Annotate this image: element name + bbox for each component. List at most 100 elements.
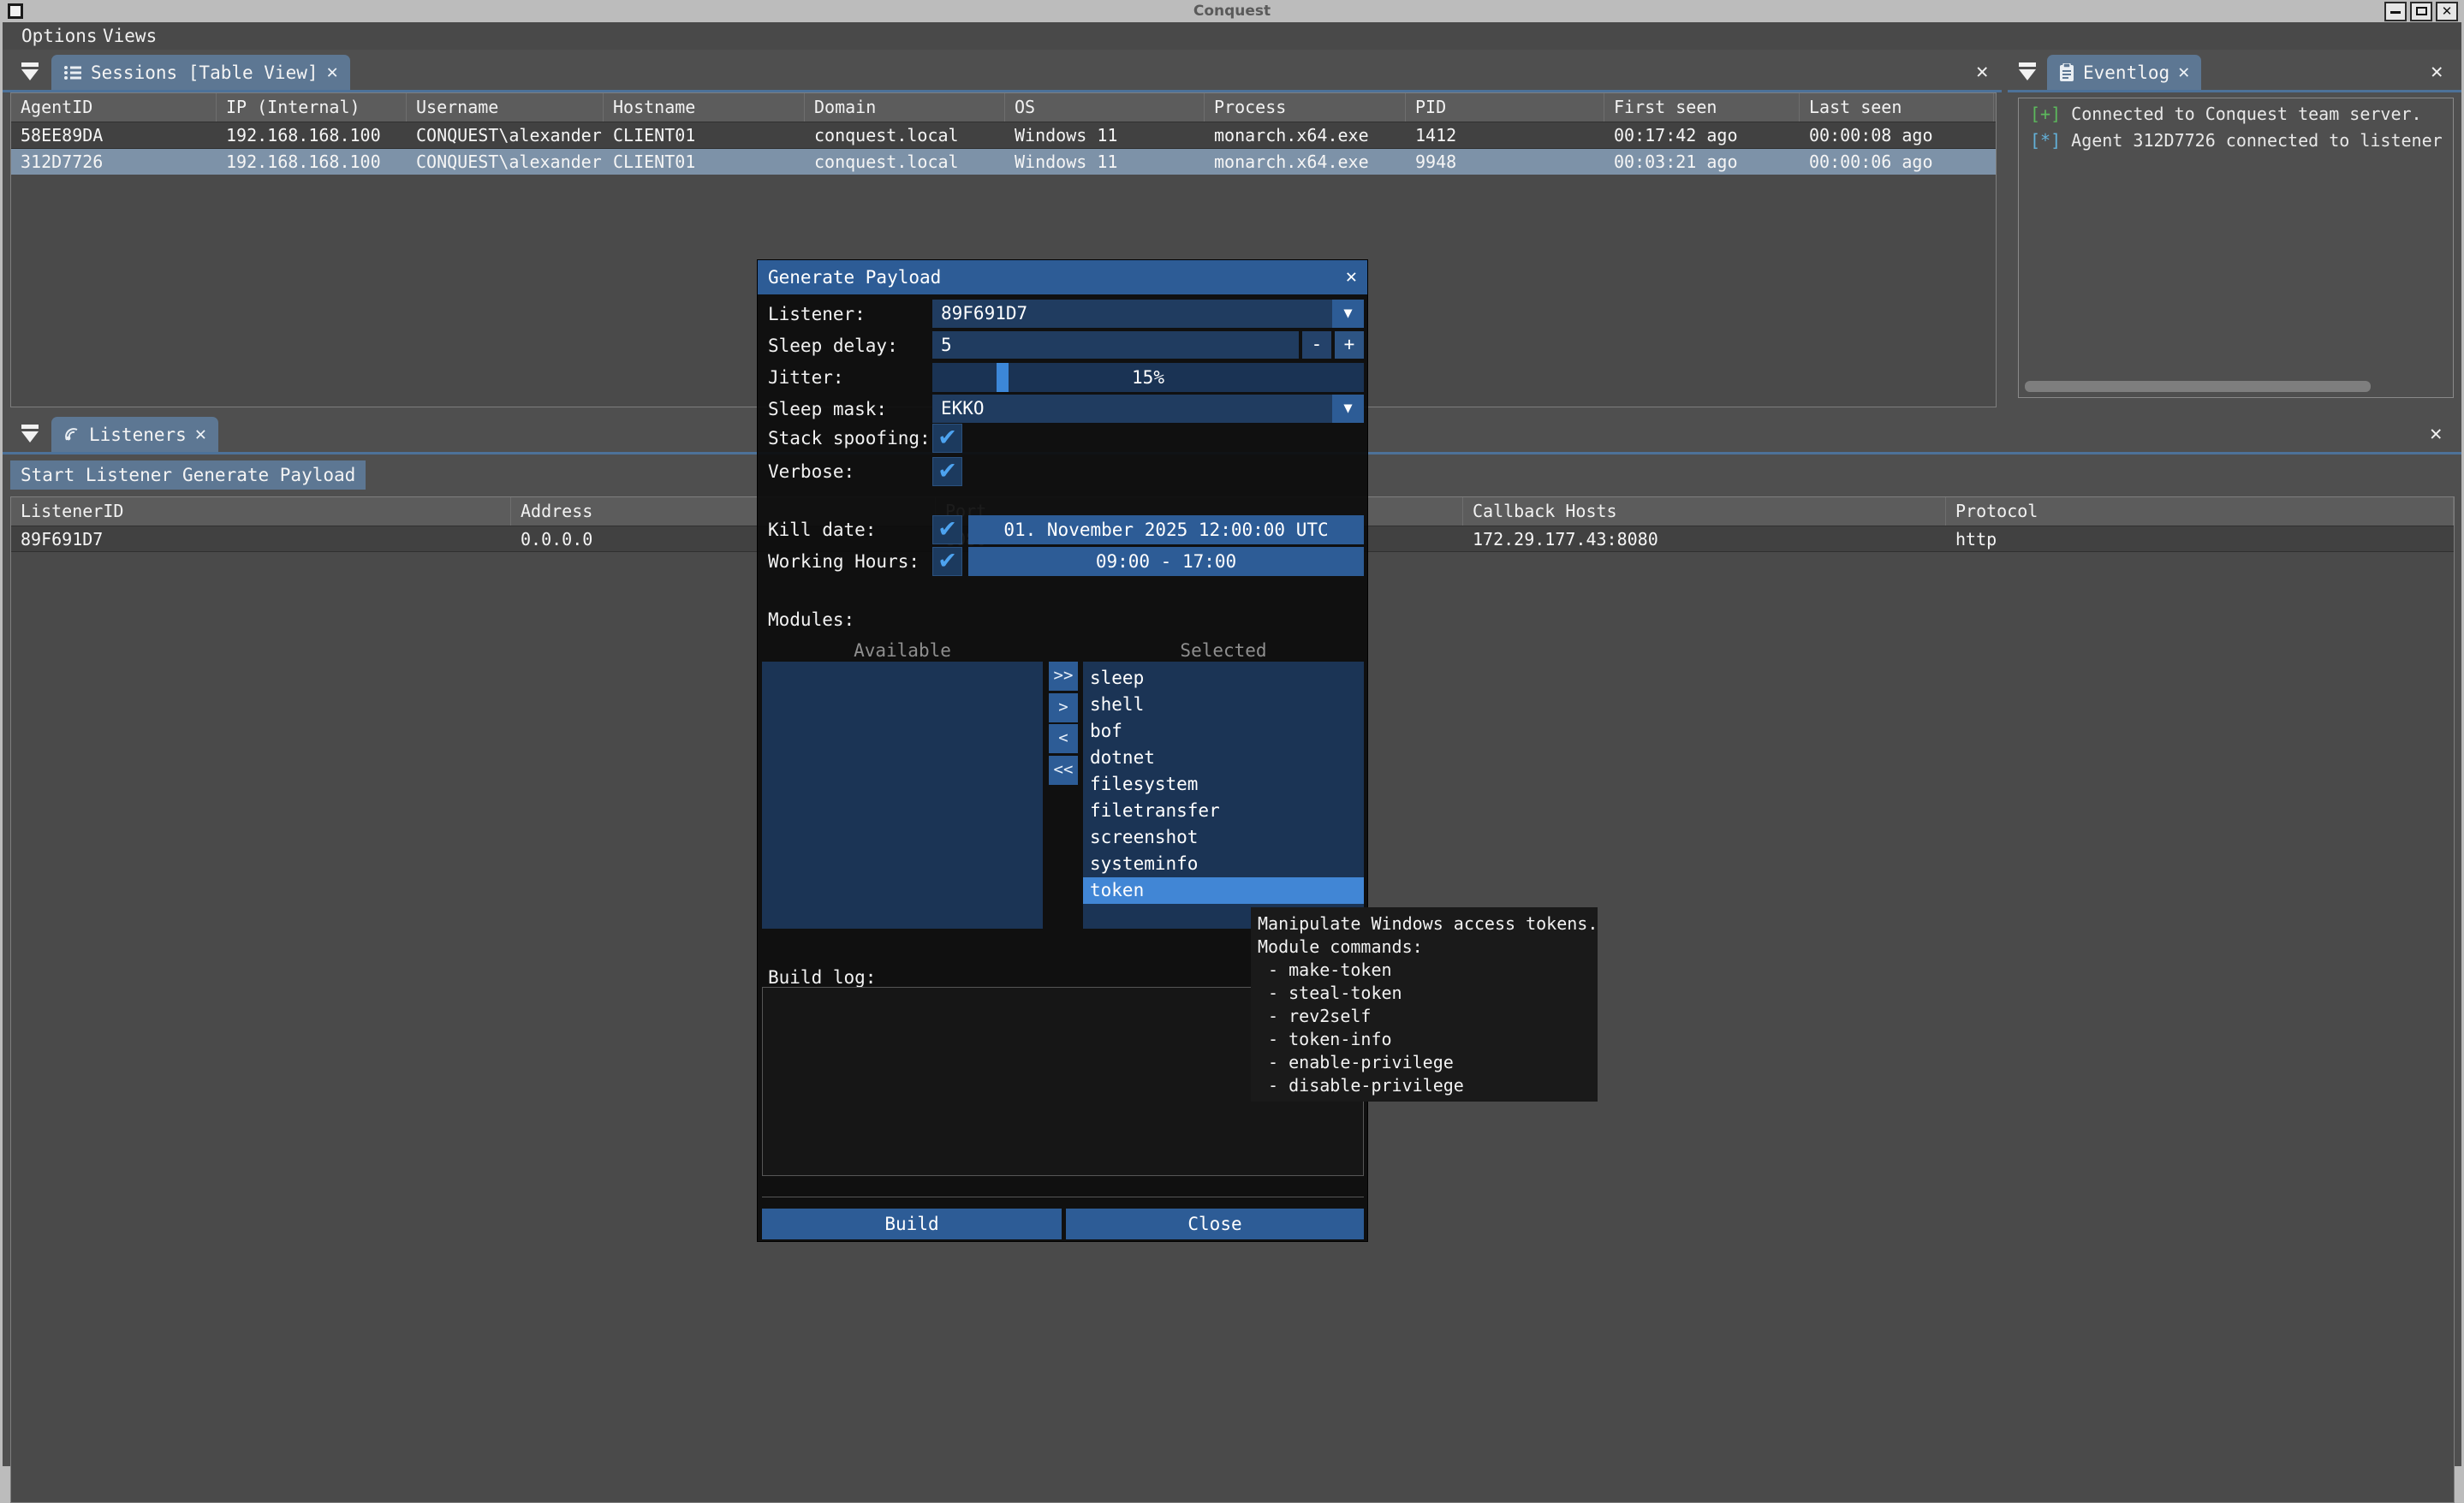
tab-sessions-close-icon[interactable]: ✕ xyxy=(327,62,338,83)
jitter-slider[interactable]: 15% xyxy=(932,363,1364,392)
jitter-value: 15% xyxy=(932,363,1364,392)
module-item-bof[interactable]: bof xyxy=(1083,718,1364,745)
window-title: Conquest xyxy=(0,3,2464,20)
kill-date-checkbox[interactable]: ✔ xyxy=(932,515,962,544)
sleep-delay-decrement-button[interactable]: - xyxy=(1302,331,1331,359)
check-icon: ✔ xyxy=(937,548,957,574)
log-line-2: [*] Agent 312D7726 connected to listener xyxy=(2030,130,2443,151)
stack-spoofing-label: Stack spoofing: xyxy=(768,428,931,449)
working-hours-checkbox[interactable]: ✔ xyxy=(932,547,962,576)
sleep-mask-select[interactable]: EKKO xyxy=(932,395,1332,423)
move-one-left-button[interactable]: < xyxy=(1049,724,1078,753)
build-log-label: Build log: xyxy=(768,967,876,988)
close-button[interactable]: ✕ xyxy=(2436,2,2458,21)
move-all-right-button[interactable]: >> xyxy=(1049,662,1078,691)
eventlog-panel: Eventlog ✕ ✕ [+] Connected to Conquest t… xyxy=(2008,50,2461,409)
move-one-right-button[interactable]: > xyxy=(1049,693,1078,722)
start-listener-button[interactable]: Start Listener xyxy=(10,460,182,490)
menu-views[interactable]: Views xyxy=(103,26,157,46)
tab-eventlog-label: Eventlog xyxy=(2083,62,2169,83)
col-callback-hosts[interactable]: Callback Hosts xyxy=(1463,497,1946,526)
col-agentid[interactable]: AgentID xyxy=(11,93,217,122)
verbose-checkbox[interactable]: ✔ xyxy=(932,457,962,486)
modules-label: Modules: xyxy=(768,609,854,630)
signal-icon xyxy=(63,426,80,443)
dialog-title: Generate Payload xyxy=(768,267,941,288)
col-protocol[interactable]: Protocol xyxy=(1946,497,2454,526)
col-os[interactable]: OS xyxy=(1005,93,1205,122)
eventlog-hscrollbar[interactable] xyxy=(2025,381,2371,392)
col-first-seen[interactable]: First seen xyxy=(1604,93,1800,122)
menu-options[interactable]: Options xyxy=(21,26,98,46)
check-icon: ✔ xyxy=(937,425,957,451)
generate-payload-button[interactable]: Generate Payload xyxy=(172,460,366,490)
col-pid[interactable]: PID xyxy=(1406,93,1604,122)
sleep-mask-label: Sleep mask: xyxy=(768,399,887,419)
tab-eventlog-close-icon[interactable]: ✕ xyxy=(2178,62,2189,83)
selected-header: Selected xyxy=(1083,640,1364,661)
module-item-systeminfo[interactable]: systeminfo xyxy=(1083,851,1364,877)
window-titlebar[interactable]: Conquest ✕ xyxy=(0,0,2464,22)
selected-modules-list[interactable]: sleep shell bof dotnet filesystem filetr… xyxy=(1083,662,1364,929)
tab-listeners-close-icon[interactable]: ✕ xyxy=(195,424,206,445)
working-hours-label: Working Hours: xyxy=(768,551,920,572)
sleep-delay-increment-button[interactable]: + xyxy=(1335,331,1364,359)
module-tooltip: Manipulate Windows access tokens. Module… xyxy=(1251,907,1598,1102)
col-process[interactable]: Process xyxy=(1205,93,1406,122)
eventlog-content[interactable]: [+] Connected to Conquest team server. [… xyxy=(2018,98,2454,398)
col-listenerid[interactable]: ListenerID xyxy=(11,497,511,526)
tab-listeners-label: Listeners xyxy=(89,425,187,445)
working-hours-field[interactable]: 09:00 - 17:00 xyxy=(968,547,1364,576)
tab-eventlog[interactable]: Eventlog ✕ xyxy=(2047,55,2201,90)
check-icon: ✔ xyxy=(937,458,957,484)
sessions-panel-close-icon[interactable]: ✕ xyxy=(1976,59,1988,83)
minimize-button[interactable] xyxy=(2384,2,2407,21)
module-item-filetransfer[interactable]: filetransfer xyxy=(1083,798,1364,824)
tab-listeners[interactable]: Listeners ✕ xyxy=(51,417,218,452)
session-row-1[interactable]: 58EE89DA 192.168.168.100 CONQUEST\alexan… xyxy=(11,122,1996,148)
eventlog-panel-close-icon[interactable]: ✕ xyxy=(2431,59,2443,83)
session-row-2-selected[interactable]: 312D7726 192.168.168.100 CONQUEST\alexan… xyxy=(11,148,1996,175)
sessions-table-header[interactable]: AgentID IP (Internal) Username Hostname … xyxy=(11,93,1996,122)
module-item-token-selected[interactable]: token xyxy=(1083,877,1364,904)
maximize-button[interactable] xyxy=(2410,2,2432,21)
verbose-label: Verbose: xyxy=(768,461,854,482)
listener-dropdown-icon[interactable]: ▼ xyxy=(1332,300,1364,328)
module-item-filesystem[interactable]: filesystem xyxy=(1083,771,1364,798)
maximize-icon xyxy=(2416,7,2427,15)
listeners-panel-close-icon[interactable]: ✕ xyxy=(2430,421,2442,445)
module-item-sleep[interactable]: sleep xyxy=(1083,665,1364,692)
sessions-collapse-button[interactable] xyxy=(19,62,41,81)
col-ip-internal[interactable]: IP (Internal) xyxy=(217,93,407,122)
listeners-collapse-button[interactable] xyxy=(19,425,41,443)
build-button[interactable]: Build xyxy=(762,1209,1062,1239)
app-window: Conquest ✕ Options Views Sessions [Table… xyxy=(0,0,2464,1473)
dialog-titlebar[interactable]: Generate Payload ✕ xyxy=(758,260,1367,294)
col-last-seen[interactable]: Last seen xyxy=(1800,93,1994,122)
col-domain[interactable]: Domain xyxy=(805,93,1005,122)
tab-sessions-label: Sessions [Table View] xyxy=(91,62,318,83)
listener-select[interactable]: 89F691D7 xyxy=(932,300,1332,328)
tab-sessions[interactable]: Sessions [Table View] ✕ xyxy=(51,55,350,90)
module-item-dotnet[interactable]: dotnet xyxy=(1083,745,1364,771)
available-modules-list[interactable] xyxy=(762,662,1043,929)
sleep-mask-dropdown-icon[interactable]: ▼ xyxy=(1332,395,1364,423)
col-username[interactable]: Username xyxy=(407,93,604,122)
kill-date-label: Kill date: xyxy=(768,520,876,540)
sleep-delay-input[interactable]: 5 xyxy=(932,331,1299,359)
dialog-close-button[interactable]: Close xyxy=(1066,1209,1364,1239)
dialog-close-icon[interactable]: ✕ xyxy=(1346,260,1357,294)
kill-date-field[interactable]: 01. November 2025 12:00:00 UTC xyxy=(968,515,1364,544)
col-hostname[interactable]: Hostname xyxy=(604,93,805,122)
module-item-shell[interactable]: shell xyxy=(1083,692,1364,718)
move-all-left-button[interactable]: << xyxy=(1049,756,1078,785)
log-prefix-info: [*] xyxy=(2030,130,2061,151)
stack-spoofing-checkbox[interactable]: ✔ xyxy=(932,424,962,453)
log-prefix-success: [+] xyxy=(2030,104,2061,124)
module-item-screenshot[interactable]: screenshot xyxy=(1083,824,1364,851)
eventlog-collapse-button[interactable] xyxy=(2016,62,2038,81)
log-line-1: [+] Connected to Conquest team server. xyxy=(2030,104,2422,124)
check-icon: ✔ xyxy=(937,516,957,543)
minimize-icon xyxy=(2390,11,2401,14)
menu-bar: Options Views xyxy=(3,22,2461,50)
